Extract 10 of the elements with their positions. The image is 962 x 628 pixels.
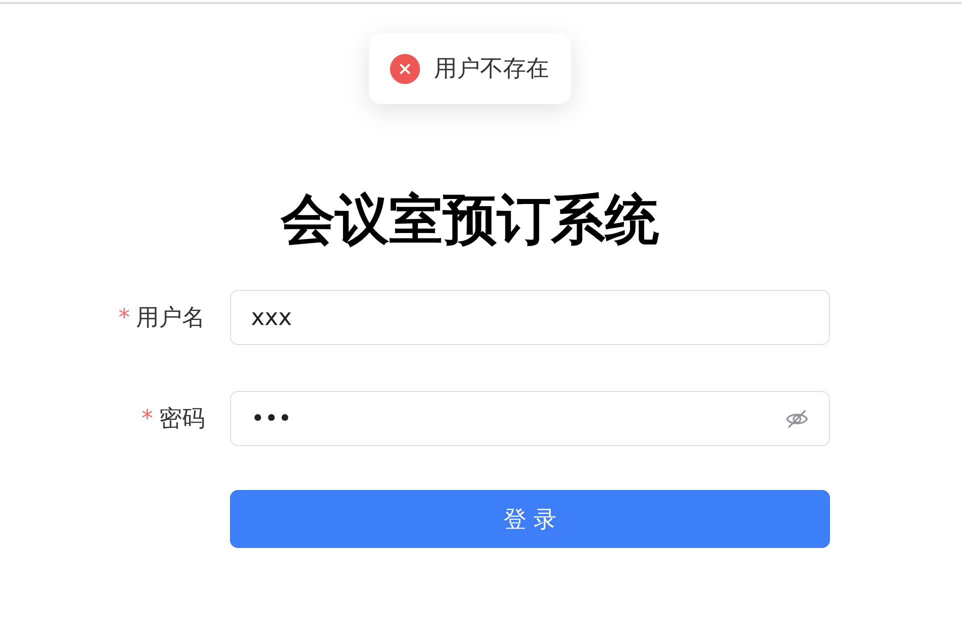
page-title: 会议室预订系统: [280, 187, 660, 253]
field-label: 密码: [159, 405, 205, 434]
input-field[interactable]: xxx: [230, 290, 830, 345]
error-icon: [390, 54, 420, 84]
required-asterisk: *: [118, 304, 130, 330]
field-label: 用户名: [136, 304, 205, 333]
required-asterisk: *: [142, 406, 153, 432]
input-field[interactable]: •••: [230, 391, 830, 446]
toast-message: 用户不存在: [434, 55, 549, 84]
login-button[interactable]: 登 录: [230, 490, 830, 548]
